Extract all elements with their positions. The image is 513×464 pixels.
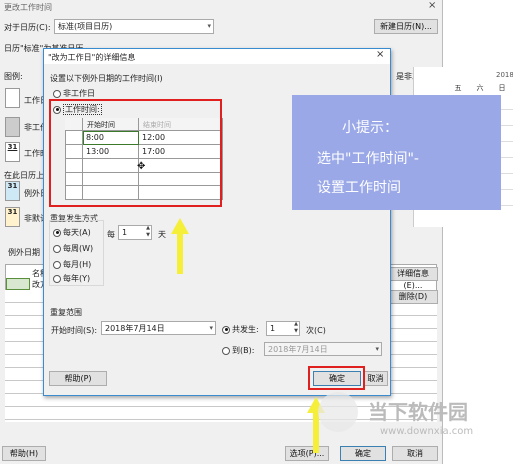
dialog-help-button[interactable]: 帮助(P) <box>49 371 107 386</box>
outer-title: 更改工作时间 <box>4 3 52 12</box>
legend-exception-swatch: 31 <box>5 181 20 201</box>
range-label: 重复范围 <box>50 308 82 317</box>
spin-icon: ▲ ▼ <box>146 225 150 238</box>
outer-ok-button[interactable]: 确定 <box>340 446 386 461</box>
dialog-cancel-button[interactable]: 取消 <box>363 371 388 386</box>
highlight-box-working-time <box>49 99 222 207</box>
arrow-up-icon <box>171 218 189 274</box>
watermark-url: www.downxia.com <box>380 426 474 437</box>
legend-workday-swatch <box>5 88 20 108</box>
radio-icon <box>53 260 61 269</box>
in-calendar-label: 在此日历上 <box>4 171 44 180</box>
for-calendar-label: 对于日历(C): <box>4 23 51 32</box>
every-unit: 天 <box>158 230 166 239</box>
occurrences-stepper[interactable]: 1 ▲ ▼ <box>266 321 300 336</box>
every-label: 每 <box>107 230 115 239</box>
watermark-logo-icon <box>318 392 358 432</box>
to-radio[interactable]: 到(B): <box>222 345 254 356</box>
legend-nondefault-swatch: 31 <box>5 207 20 227</box>
radio-selected-icon <box>53 228 61 237</box>
chevron-down-icon: ▾ <box>209 324 213 332</box>
highlight-box-ok <box>308 366 365 390</box>
mini-calendar-year: 2018 <box>496 71 513 79</box>
chevron-down-icon: ▾ <box>375 345 379 353</box>
radio-icon <box>222 346 230 355</box>
delete-button[interactable]: 删除(D) <box>388 290 438 304</box>
legend-label: 图例: <box>4 72 23 81</box>
to-date-select[interactable]: 2018年7月14日 ▾ <box>264 342 382 356</box>
tip-title: 小提示： <box>342 120 398 136</box>
daily-radio[interactable]: 每天(A) <box>53 227 91 238</box>
watermark-brand: 当下软件园 <box>368 400 468 424</box>
tip-line-2: 设置工作时间 <box>317 180 401 196</box>
radio-icon <box>53 274 61 283</box>
chevron-down-icon: ▾ <box>207 22 211 30</box>
detail-dialog-title: "改为工作日"的详细信息 <box>48 53 136 62</box>
yearly-radio[interactable]: 每年(Y) <box>53 273 90 284</box>
outer-cancel-button[interactable]: 取消 <box>392 446 438 461</box>
weekly-radio[interactable]: 每周(W) <box>53 243 93 254</box>
nonworking-radio[interactable]: 非工作日 <box>53 88 95 99</box>
dialog-close-icon[interactable]: × <box>376 49 388 63</box>
set-times-label: 设置以下例外日期的工作时间(I) <box>50 74 163 83</box>
table-row-selected <box>6 278 30 290</box>
occurrences-radio[interactable]: 共发生: <box>222 324 259 335</box>
radio-icon <box>53 244 61 253</box>
new-calendar-button[interactable]: 新建日历(N)... <box>374 19 438 34</box>
outer-help-button[interactable]: 帮助(H) <box>2 446 46 461</box>
outer-close-icon[interactable]: × <box>428 0 442 12</box>
occurrences-unit: 次(C) <box>306 326 326 335</box>
exceptions-tab[interactable]: 例外日期 <box>8 247 40 258</box>
radio-selected-icon <box>222 325 230 334</box>
start-label: 开始时间(S): <box>51 326 98 335</box>
monthly-radio[interactable]: 每月(H) <box>53 259 91 270</box>
legend-nonworkday-swatch <box>5 117 20 137</box>
every-stepper[interactable]: 1 ▲ ▼ <box>118 225 152 240</box>
calendar-select[interactable]: 标准(项目日历) ▾ <box>54 19 214 34</box>
legend-edited-swatch: 31 <box>5 142 20 162</box>
start-date-select[interactable]: 2018年7月14日 ▾ <box>101 321 216 335</box>
mini-calendar-days: 五 六 日 <box>454 84 506 92</box>
details-button[interactable]: 详细信息(E)... <box>388 267 438 290</box>
tip-line-1: 选中"工作时间"- <box>317 151 419 167</box>
spin-icon: ▲ ▼ <box>294 321 298 334</box>
radio-icon <box>53 89 61 98</box>
